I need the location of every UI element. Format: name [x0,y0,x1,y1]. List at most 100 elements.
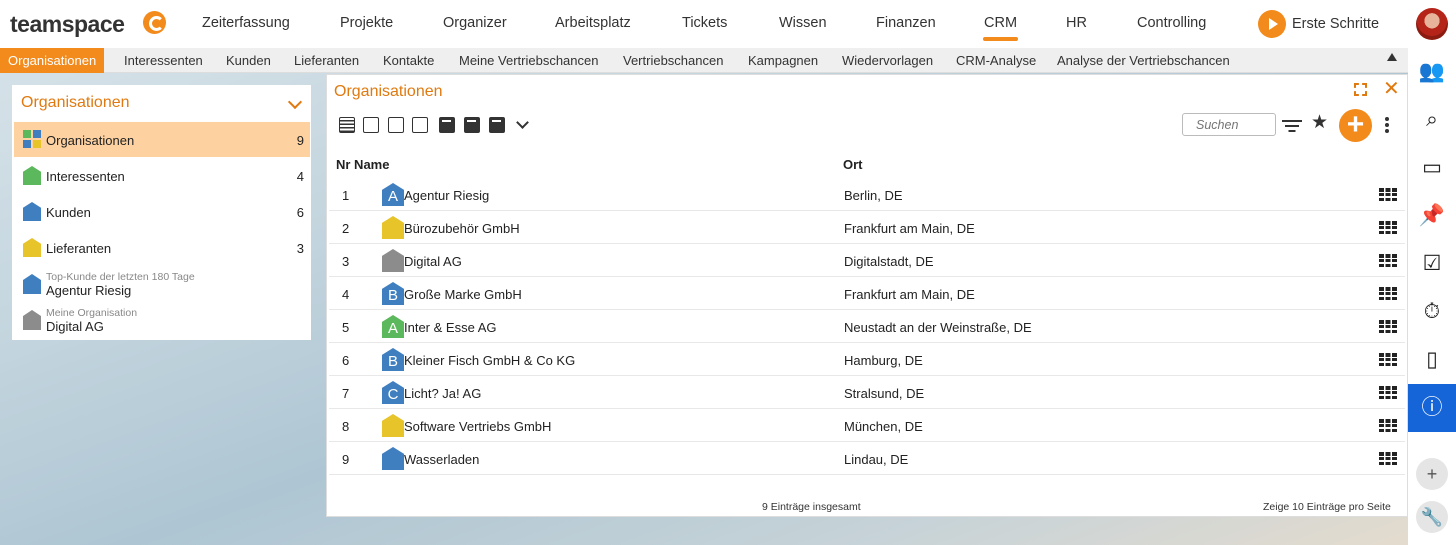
subnav-wiedervorlagen[interactable]: Wiedervorlagen [842,48,933,73]
search-input[interactable] [1182,113,1276,136]
tile-view-icon[interactable] [388,117,404,133]
add-organisation-button[interactable]: + [1339,109,1372,142]
table-row[interactable]: 8 Software Vertriebs GmbH München, DE [329,409,1405,442]
filter-row-lieferanten[interactable]: Lieferanten 3 [14,230,310,265]
row-ort: Hamburg, DE [844,353,923,368]
filter-row-kunden[interactable]: Kunden 6 [14,194,310,229]
nav-controlling[interactable]: Controlling [1137,15,1206,31]
search-icon[interactable]: ⌕ [1408,96,1456,144]
filter-icon[interactable] [1282,120,1302,134]
organisation-icon [382,414,404,437]
nav-organizer[interactable]: Organizer [443,15,507,31]
calendar-month-icon[interactable] [489,117,505,133]
app-logo[interactable]: teamspace [10,11,125,38]
row-name: Digital AG [404,254,462,269]
grid-icon [23,130,41,148]
row-nr: 5 [342,320,350,335]
row-ort: Berlin, DE [844,188,903,203]
nav-zeiterfassung[interactable]: Zeiterfassung [202,15,290,31]
subnav-organisationen[interactable]: Organisationen [0,48,105,73]
more-vertical-icon[interactable] [1385,117,1389,133]
table-row[interactable]: 7 C Licht? Ja! AG Stralsund, DE [329,376,1405,409]
row-menu-icon[interactable] [1379,419,1397,432]
nav-hr[interactable]: HR [1066,15,1087,31]
row-name: Bürozubehör GmbH [404,221,520,236]
first-steps-button[interactable]: Erste Schritte [1258,10,1379,38]
nav-crm[interactable]: CRM [982,15,1019,41]
filter-label: Organisationen [46,133,135,148]
my-organisation-info[interactable]: Meine Organisation Digital AG [14,305,310,339]
column-header-nr-name[interactable]: Nr Name [336,157,389,172]
pin-icon: 📌 [1418,204,1446,227]
organisation-icon [382,216,404,239]
timer-icon[interactable]: ⏱ [1408,288,1456,336]
subnav-kontakte[interactable]: Kontakte [383,48,434,73]
info-icon[interactable]: ⓘ [1408,384,1456,432]
subnav-lieferanten[interactable]: Lieferanten [294,48,359,73]
my-organisation-value: Digital AG [46,319,104,334]
filter-row-organisationen[interactable]: Organisationen 9 [14,122,310,157]
fullscreen-icon[interactable] [1354,83,1367,96]
subnav-vertriebschancen[interactable]: Vertriebschancen [623,48,723,73]
row-nr: 3 [342,254,350,269]
avatar[interactable] [1416,8,1448,40]
table-row[interactable]: 3 Digital AG Digitalstadt, DE [329,244,1405,277]
filter-row-interessenten[interactable]: Interessenten 4 [14,158,310,193]
organisation-icon [382,249,404,272]
nav-projekte[interactable]: Projekte [340,15,393,31]
nav-arbeitsplatz[interactable]: Arbeitsplatz [555,15,631,31]
collapse-up-icon[interactable] [1387,53,1397,61]
row-menu-icon[interactable] [1379,188,1397,201]
row-menu-icon[interactable] [1379,221,1397,234]
chart-view-icon[interactable] [412,117,428,133]
page-size-selector[interactable]: Zeige 10 Einträge pro Seite [1263,501,1391,513]
nav-finanzen[interactable]: Finanzen [876,15,936,31]
row-menu-icon[interactable] [1379,386,1397,399]
row-menu-icon[interactable] [1379,287,1397,300]
top-customer-info[interactable]: Top-Kunde der letzten 180 Tage Agentur R… [14,269,310,303]
mobile-icon: ▯ [1426,348,1438,371]
table-row[interactable]: 4 B Große Marke GmbH Frankfurt am Main, … [329,277,1405,310]
row-menu-icon[interactable] [1379,353,1397,366]
subnav-meine-vertriebschancen[interactable]: Meine Vertriebschancen [459,48,598,73]
table-row[interactable]: 9 Wasserladen Lindau, DE [329,442,1405,475]
subnav-crm-analyse[interactable]: CRM-Analyse [956,48,1036,73]
nav-tickets[interactable]: Tickets [682,15,727,31]
close-icon[interactable]: ✕ [1383,79,1400,99]
detail-view-icon[interactable] [363,117,379,133]
column-header-ort[interactable]: Ort [843,157,863,172]
mobile-icon[interactable]: ▯ [1408,336,1456,384]
table-row[interactable]: 5 A Inter & Esse AG Neustadt an der Wein… [329,310,1405,343]
list-view-icon[interactable] [339,117,355,133]
contacts-icon[interactable]: 👥 [1408,48,1456,96]
filter-count: 4 [296,169,304,184]
subnav-interessenten[interactable]: Interessenten [124,48,203,73]
table-row[interactable]: 2 Bürozubehör GmbH Frankfurt am Main, DE [329,211,1405,244]
subnav-kampagnen[interactable]: Kampagnen [748,48,818,73]
wrench-icon[interactable]: 🔧 [1416,501,1448,533]
chevron-down-icon[interactable] [516,116,529,129]
filter-label: Lieferanten [46,241,112,256]
nav-wissen[interactable]: Wissen [779,15,827,31]
calendar-week-icon[interactable] [464,117,480,133]
star-icon[interactable]: ★ [1311,111,1328,134]
tasks-icon[interactable]: ☑ [1408,240,1456,288]
chevron-down-icon[interactable] [287,94,303,110]
table-row[interactable]: 1 A Agentur Riesig Berlin, DE [329,178,1405,211]
first-steps-label: Erste Schritte [1292,16,1380,32]
inbox-icon[interactable]: ▭ [1408,144,1456,192]
add-circle-icon[interactable]: + [1416,458,1448,490]
row-menu-icon[interactable] [1379,320,1397,333]
row-name: Große Marke GmbH [404,287,522,302]
my-organisation-caption: Meine Organisation [46,307,138,319]
row-menu-icon[interactable] [1379,452,1397,465]
filter-count: 6 [296,205,304,220]
house-green-icon [23,166,41,185]
calendar-day-icon[interactable] [439,117,455,133]
row-menu-icon[interactable] [1379,254,1397,267]
subnav-analyse-vertriebschancen[interactable]: Analyse der Vertriebschancen [1057,48,1230,73]
table-row[interactable]: 6 B Kleiner Fisch GmbH & Co KG Hamburg, … [329,343,1405,376]
subnav-kunden[interactable]: Kunden [226,48,271,73]
top-customer-value: Agentur Riesig [46,283,132,298]
pin-icon[interactable]: 📌 [1408,192,1456,240]
